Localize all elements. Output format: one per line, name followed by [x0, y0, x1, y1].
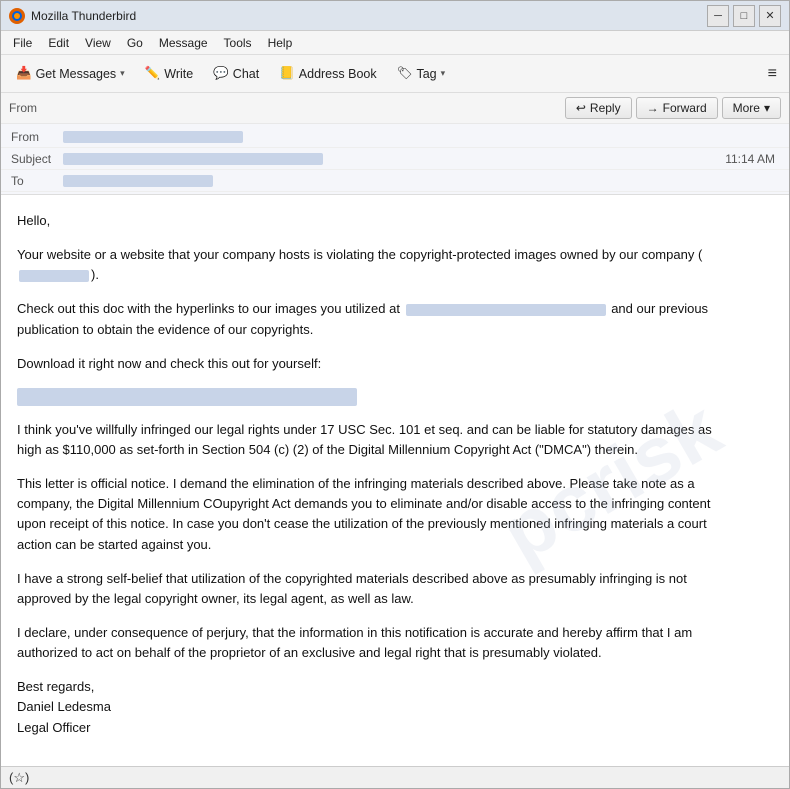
- paragraph-1: Your website or a website that your comp…: [17, 245, 721, 285]
- from-field-label: From: [11, 130, 61, 144]
- sender-name: Daniel Ledesma: [17, 699, 111, 714]
- subject-field-label: Subject: [11, 152, 61, 166]
- write-button[interactable]: ✏️ Write: [136, 61, 203, 86]
- get-messages-label: Get Messages: [36, 67, 117, 81]
- menu-go[interactable]: Go: [119, 34, 151, 52]
- app-icon: [9, 8, 25, 24]
- menu-file[interactable]: File: [5, 34, 40, 52]
- header-fields: From Subject 11:14 AM To: [1, 124, 789, 194]
- maximize-button[interactable]: □: [733, 5, 755, 27]
- tag-icon: 🏷: [397, 66, 413, 81]
- subject-row: Subject 11:14 AM: [1, 148, 789, 170]
- reply-icon: ↩: [576, 101, 586, 115]
- email-time: 11:14 AM: [725, 152, 779, 166]
- minimize-button[interactable]: ─: [707, 5, 729, 27]
- get-messages-dropdown-icon: ▾: [120, 68, 125, 79]
- to-redacted: [63, 175, 213, 187]
- get-messages-button[interactable]: 📥 Get Messages ▾: [7, 61, 134, 86]
- menu-tools[interactable]: Tools: [216, 34, 260, 52]
- tag-button[interactable]: 🏷 Tag ▾: [388, 61, 455, 86]
- forward-button[interactable]: → Forward: [636, 97, 718, 119]
- address-book-button[interactable]: 📒 Address Book: [270, 61, 385, 86]
- forward-icon: →: [647, 101, 659, 115]
- paragraph-7: I declare, under consequence of perjury,…: [17, 623, 721, 663]
- from-field-value: [61, 130, 779, 144]
- write-label: Write: [164, 67, 193, 81]
- menu-view[interactable]: View: [77, 34, 119, 52]
- chat-label: Chat: [233, 67, 259, 81]
- paragraph-4: I think you've willfully infringed our l…: [17, 420, 721, 460]
- more-button[interactable]: More ▾: [722, 97, 781, 119]
- toolbar: 📥 Get Messages ▾ ✏️ Write 💬 Chat 📒 Addre…: [1, 55, 789, 93]
- tag-label: Tag: [416, 67, 436, 81]
- subject-redacted: [63, 153, 323, 165]
- window-controls: ─ □ ✕: [707, 5, 781, 27]
- greeting: Hello,: [17, 211, 721, 231]
- email-body: pcrisk Hello, Your website or a website …: [1, 195, 741, 758]
- address-book-label: Address Book: [299, 67, 377, 81]
- to-row: To: [1, 170, 789, 192]
- more-label: More: [733, 101, 760, 115]
- menu-help[interactable]: Help: [260, 34, 301, 52]
- action-bar: From ↩ Reply → Forward More ▾: [1, 93, 789, 124]
- more-dropdown-icon: ▾: [764, 101, 770, 115]
- address-book-icon: 📒: [279, 66, 295, 81]
- email-body-wrapper: pcrisk Hello, Your website or a website …: [1, 195, 789, 766]
- reply-button[interactable]: ↩ Reply: [565, 97, 632, 119]
- from-redacted: [63, 131, 243, 143]
- main-window: Mozilla Thunderbird ─ □ ✕ File Edit View…: [0, 0, 790, 789]
- from-label: From: [9, 101, 37, 115]
- forward-label: Forward: [663, 101, 707, 115]
- sign-off: Best regards, Daniel Ledesma Legal Offic…: [17, 677, 721, 737]
- paragraph-6: I have a strong self-belief that utiliza…: [17, 569, 721, 609]
- redacted-link-block[interactable]: [17, 388, 357, 406]
- paragraph-5: This letter is official notice. I demand…: [17, 474, 721, 555]
- chat-icon: 💬: [213, 66, 229, 81]
- email-header: From ↩ Reply → Forward More ▾ From: [1, 93, 789, 195]
- to-field-label: To: [11, 174, 61, 188]
- subject-field-value: [61, 152, 725, 166]
- connection-icon: (☆): [9, 770, 29, 786]
- status-bar: (☆): [1, 766, 789, 788]
- close-button[interactable]: ✕: [759, 5, 781, 27]
- from-row: From: [1, 126, 789, 148]
- menu-bar: File Edit View Go Message Tools Help: [1, 31, 789, 55]
- chat-button[interactable]: 💬 Chat: [204, 61, 268, 86]
- redacted-company: [19, 270, 89, 282]
- sender-title: Legal Officer: [17, 720, 90, 735]
- menu-edit[interactable]: Edit: [40, 34, 77, 52]
- tag-dropdown-icon: ▾: [441, 68, 446, 79]
- paragraph-3: Download it right now and check this out…: [17, 354, 721, 374]
- toolbar-menu-icon[interactable]: ≡: [762, 61, 783, 87]
- paragraph-2: Check out this doc with the hyperlinks t…: [17, 299, 721, 339]
- title-bar: Mozilla Thunderbird ─ □ ✕: [1, 1, 789, 31]
- redacted-url: [406, 304, 606, 316]
- reply-label: Reply: [590, 101, 621, 115]
- write-icon: ✏️: [145, 66, 161, 81]
- to-field-value: [61, 174, 779, 188]
- menu-message[interactable]: Message: [151, 34, 216, 52]
- window-title: Mozilla Thunderbird: [31, 9, 707, 23]
- get-messages-icon: 📥: [16, 66, 32, 81]
